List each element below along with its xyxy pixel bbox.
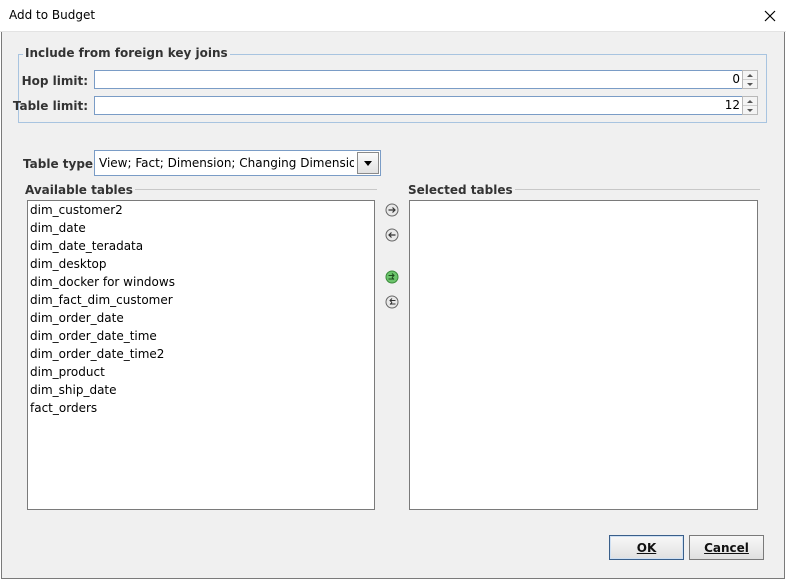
table-limit-spinner[interactable] [742, 96, 758, 115]
group-title: Include from foreign key joins [23, 46, 230, 60]
move-left-button[interactable] [384, 227, 400, 243]
list-item[interactable]: dim_customer2 [28, 201, 374, 219]
spin-down-icon[interactable] [743, 79, 757, 88]
table-type-value: View; Fact; Dimension; Changing Dimensio… [99, 156, 354, 170]
list-item[interactable]: dim_order_date_time [28, 327, 374, 345]
arrow-left-icon [385, 228, 399, 242]
selected-tables-list[interactable] [409, 200, 758, 510]
close-icon [764, 10, 776, 21]
list-item[interactable]: dim_date [28, 219, 374, 237]
move-all-right-icon [385, 270, 399, 284]
list-item[interactable]: dim_ship_date [28, 381, 374, 399]
arrow-right-icon [385, 203, 399, 217]
title-bar: Add to Budget [0, 0, 786, 32]
spin-down-icon[interactable] [743, 105, 757, 114]
cancel-button[interactable]: Cancel [689, 535, 764, 560]
available-tables-label: Available tables [25, 183, 135, 197]
chevron-down-icon[interactable] [357, 152, 379, 174]
close-button[interactable] [754, 0, 786, 31]
list-item[interactable]: fact_orders [28, 399, 374, 417]
move-right-button[interactable] [384, 202, 400, 218]
hop-limit-input[interactable]: 0 [94, 70, 745, 89]
list-item[interactable]: dim_product [28, 363, 374, 381]
table-type-label: Table type: [23, 157, 98, 171]
available-tables-list[interactable]: dim_customer2 dim_date dim_date_teradata… [27, 200, 375, 510]
ok-button[interactable]: OK [609, 535, 684, 560]
selected-tables-label: Selected tables [408, 183, 515, 197]
move-all-right-button[interactable] [384, 269, 400, 285]
list-item[interactable]: dim_desktop [28, 255, 374, 273]
list-item[interactable]: dim_order_date_time2 [28, 345, 374, 363]
table-limit-label: Table limit: [12, 99, 88, 113]
table-limit-input[interactable]: 12 [94, 96, 745, 115]
hop-limit-spinner[interactable] [742, 70, 758, 89]
list-item[interactable]: dim_date_teradata [28, 237, 374, 255]
move-all-left-button[interactable] [384, 294, 400, 310]
dialog-content: Include from foreign key joins Hop limit… [1, 32, 785, 579]
list-item[interactable]: dim_fact_dim_customer [28, 291, 374, 309]
move-all-left-icon [385, 295, 399, 309]
hop-limit-label: Hop limit: [21, 74, 88, 88]
window-title: Add to Budget [9, 8, 96, 22]
list-item[interactable]: dim_order_date [28, 309, 374, 327]
table-type-select[interactable]: View; Fact; Dimension; Changing Dimensio… [94, 150, 381, 176]
spin-up-icon[interactable] [743, 71, 757, 79]
spin-up-icon[interactable] [743, 97, 757, 105]
list-item[interactable]: dim_docker for windows [28, 273, 374, 291]
